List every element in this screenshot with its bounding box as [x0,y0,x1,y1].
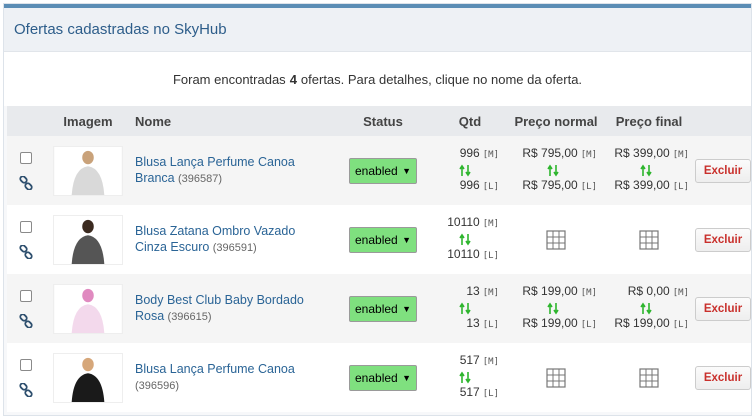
status-select[interactable]: enabled ▼ [349,226,417,253]
table-row: Body Best Club Baby Bordado Rosa (396615… [7,274,751,343]
panel-header: Ofertas cadastradas no SkyHub [4,8,751,52]
product-image [45,214,131,265]
qtd-m: 996 [M] [459,146,499,160]
sync-arrows-icon [431,370,499,385]
header-name: Nome [135,113,172,129]
sync-arrows-icon [603,163,689,178]
offers-table: Imagem Nome Status Qtd Preço normal Preç… [7,106,751,412]
status-select[interactable]: enabled ▼ [349,364,417,391]
row-checkbox[interactable] [20,358,32,371]
sync-arrows-icon [603,301,689,316]
qtd-m: 10110 [M] [447,215,499,229]
normal-price-m: R$ 199,00 [M] [522,284,597,298]
qtd-l: 996 [L] [459,178,499,192]
product-image [45,145,131,196]
header-image: Imagem [63,113,113,129]
caret-down-icon: ▼ [402,234,411,245]
header-final-price: Preço final [615,113,683,129]
link-icon[interactable] [7,175,45,190]
panel-title: Ofertas cadastradas no SkyHub [14,21,227,38]
results-summary: Foram encontradas 4 ofertas. Para detalh… [4,52,751,106]
status-select[interactable]: enabled ▼ [349,295,417,322]
qtd-l: 517 [L] [459,385,499,399]
row-checkbox[interactable] [20,289,32,302]
caret-down-icon: ▼ [402,165,411,176]
normal-price-l: R$ 199,00 [L] [522,316,597,330]
link-icon[interactable] [7,244,45,259]
qtd-m: 517 [M] [459,353,499,367]
table-header-row: Imagem Nome Status Qtd Preço normal Preç… [7,106,751,136]
grid-icon[interactable] [603,367,695,388]
product-name-link[interactable]: Blusa Lança Perfume Canoa [135,362,295,376]
link-icon[interactable] [7,313,45,328]
sync-arrows-icon [431,232,499,247]
product-name-link[interactable]: Body Best Club Baby Bordado Rosa [135,293,304,323]
product-image [45,352,131,403]
product-sku: (396615) [167,311,212,323]
delete-button[interactable]: Excluir [695,158,751,183]
product-sku: (396596) [135,380,180,392]
grid-icon[interactable] [509,367,603,388]
delete-button[interactable]: Excluir [695,227,751,252]
header-qtd: Qtd [458,113,482,129]
qtd-l: 13 [L] [466,316,499,330]
caret-down-icon: ▼ [402,372,411,383]
final-price-l: R$ 399,00 [L] [614,178,689,192]
summary-prefix: Foram encontradas [172,71,286,87]
delete-button[interactable]: Excluir [695,296,751,321]
header-select [7,106,45,136]
row-checkbox[interactable] [20,151,32,164]
normal-price-m: R$ 795,00 [M] [522,146,597,160]
link-icon[interactable] [7,382,45,397]
table-row: Blusa Lança Perfume Canoa (396596) enable… [7,343,751,412]
summary-suffix: ofertas. Para detalhes, clique no nome d… [300,71,583,87]
summary-count: 4 [289,71,297,87]
status-select[interactable]: enabled ▼ [349,157,417,184]
table-row: Blusa Zatana Ombro Vazado Cinza Escuro (… [7,205,751,274]
sync-arrows-icon [509,163,597,178]
sync-arrows-icon [431,163,499,178]
caret-down-icon: ▼ [402,303,411,314]
header-actions [695,106,751,136]
sync-arrows-icon [509,301,597,316]
header-normal-price: Preço normal [514,113,598,129]
grid-icon[interactable] [509,229,603,250]
table-row: Blusa Lança Perfume Canoa Branca (396587… [7,136,751,205]
product-sku: (396587) [177,173,222,185]
product-image [45,283,131,334]
row-checkbox[interactable] [20,220,32,233]
grid-icon[interactable] [603,229,695,250]
qtd-l: 10110 [L] [447,247,499,261]
sync-arrows-icon [431,301,499,316]
offers-panel: Ofertas cadastradas no SkyHub Foram enco… [3,3,752,416]
final-price-l: R$ 199,00 [L] [614,316,689,330]
product-sku: (396591) [212,242,257,254]
qtd-m: 13 [M] [466,284,499,298]
normal-price-l: R$ 795,00 [L] [522,178,597,192]
final-price-m: R$ 399,00 [M] [614,146,689,160]
header-status: Status [363,113,403,129]
final-price-m: R$ 0,00 [M] [627,284,689,298]
delete-button[interactable]: Excluir [695,365,751,390]
